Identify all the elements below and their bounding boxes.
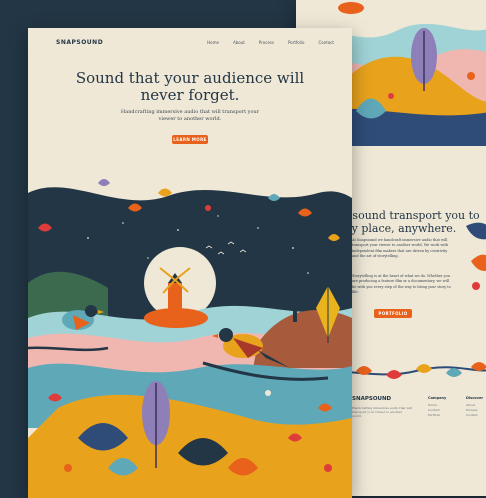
- footer-link[interactable]: Portfolio: [428, 413, 446, 418]
- back-section-title: et sound transport you to any place, any…: [338, 209, 480, 235]
- learn-more-button[interactable]: LEARN MORE: [172, 135, 208, 144]
- brand-logo[interactable]: SNAPSOUND: [56, 39, 103, 46]
- nav-about-link[interactable]: About: [233, 40, 245, 45]
- nav-links: Home About Process Portfolio Contact: [207, 40, 334, 45]
- back-intro-text: At Snapsound we handcraft immersive audi…: [352, 238, 449, 259]
- footer-column-company: Company Home Contact Portfolio: [428, 396, 446, 418]
- landscape-illustration: [28, 179, 352, 498]
- nav-contact-link[interactable]: Contact: [318, 40, 334, 45]
- footer-heading: Company: [428, 396, 447, 400]
- nav-process-link[interactable]: Process: [259, 40, 274, 45]
- footer-link[interactable]: Contact: [466, 413, 483, 418]
- hero-subtitle: Handcrafting immersive audio that will t…: [120, 109, 260, 122]
- footer-logo: SNAPSOUND: [352, 396, 392, 402]
- nav-portfolio-link[interactable]: Portfolio: [288, 40, 304, 45]
- footer-tagline: Handcrafting immersive audio that will t…: [352, 406, 412, 418]
- footer-heading: Discover: [466, 396, 484, 400]
- back-story-text: Storytelling is at the heart of what we …: [352, 274, 451, 295]
- footer-column-discover: Discover About Process Contact: [466, 396, 483, 418]
- nav-home-link[interactable]: Home: [207, 40, 219, 45]
- top-navigation: SNAPSOUND Home About Process Portfolio C…: [56, 39, 334, 49]
- hero-title: Sound that your audience will never forg…: [75, 69, 305, 104]
- front-page-mockup: SNAPSOUND Home About Process Portfolio C…: [28, 28, 352, 498]
- portfolio-button[interactable]: PORTFOLIO: [374, 309, 412, 318]
